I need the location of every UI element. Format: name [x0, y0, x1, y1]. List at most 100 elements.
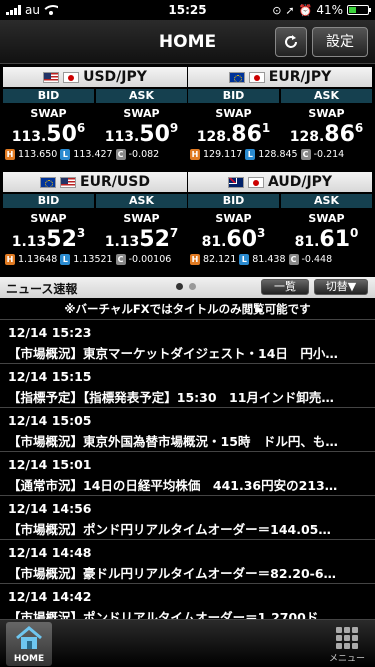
jp-flag-icon	[63, 71, 80, 83]
status-bar: au 15:25 ⊙ ➚ ⏰ 41%	[0, 0, 375, 20]
high-tag: H	[5, 254, 15, 265]
news-item[interactable]: 12/14 15:15 【指標予定】【指標発表予定】15:30 11月インド卸売…	[0, 363, 375, 407]
news-item[interactable]: 12/14 15:01 【通常市況】14日の日経平均株価 441.36円安の21…	[0, 451, 375, 495]
jp-flag-icon	[248, 71, 265, 83]
high-value: 1.13648	[18, 254, 58, 265]
news-headline: 【市場概況】東京マーケットダイジェスト・14日 円小…	[8, 346, 338, 361]
low-tag: L	[60, 149, 71, 160]
news-title: ニュース速報	[6, 282, 78, 296]
refresh-button[interactable]	[275, 27, 307, 57]
rate-panel-usdjpy[interactable]: USD/JPY BID SWAP 113.506 ASK SWAP 113.50…	[3, 67, 187, 169]
location-icon: ➚	[285, 3, 295, 17]
page-dot[interactable]	[189, 283, 196, 290]
tab-menu[interactable]: メニュー	[324, 622, 370, 666]
bid-rate: 128.861	[196, 121, 271, 147]
ask-rate: 113.509	[104, 121, 179, 147]
high-value: 129.117	[203, 149, 243, 160]
page-indicator[interactable]	[176, 283, 196, 290]
news-datetime: 12/14 15:15	[8, 369, 92, 384]
swap-label: SWAP	[123, 212, 160, 225]
ask-rate: 81.610	[294, 226, 359, 252]
swap-label: SWAP	[30, 107, 67, 120]
daily-stats: H 129.117 L 128.845 C -0.214	[188, 149, 372, 160]
change-tag: C	[115, 149, 126, 160]
ask-side[interactable]: ASK SWAP 1.13527	[96, 194, 187, 252]
tab-menu-label: メニュー	[328, 654, 365, 664]
page-dot-active[interactable]	[176, 283, 183, 290]
bid-side[interactable]: BID SWAP 128.861	[188, 89, 279, 147]
rotation-lock-icon: ⊙	[272, 3, 282, 17]
news-datetime: 12/14 15:01	[8, 457, 92, 472]
daily-stats: H 82.121 L 81.438 C -0.448	[188, 254, 372, 265]
news-item[interactable]: 12/14 14:48 【市場概況】豪ドル円リアルタイムオーダー＝82.20-6…	[0, 539, 375, 583]
news-headline: 【市場概況】ポンド円リアルタイムオーダー＝144.05…	[8, 522, 331, 537]
change-tag: C	[300, 149, 311, 160]
ask-label: ASK	[96, 89, 187, 103]
ask-side[interactable]: ASK SWAP 81.610	[281, 194, 372, 252]
ask-label: ASK	[281, 194, 372, 208]
news-item[interactable]: 12/14 14:56 【市場概況】ポンド円リアルタイムオーダー＝144.05…	[0, 495, 375, 539]
us-flag-icon	[60, 176, 77, 188]
change-value: -0.214	[313, 149, 345, 160]
news-header: ニュース速報 一覧 切替▼	[0, 277, 375, 298]
battery-percent: 41%	[316, 3, 343, 17]
news-datetime: 12/14 15:05	[8, 413, 92, 428]
swap-label: SWAP	[308, 107, 345, 120]
news-item[interactable]: 12/14 15:05 【市場概況】東京外国為替市場概況・15時 ドル円、も…	[0, 407, 375, 451]
tab-home-label: HOME	[13, 654, 45, 664]
news-item[interactable]: 12/14 15:23 【市場概況】東京マーケットダイジェスト・14日 円小…	[0, 319, 375, 363]
low-tag: L	[239, 254, 250, 265]
tab-home[interactable]: HOME	[6, 622, 52, 666]
low-value: 81.438	[252, 254, 286, 265]
news-list-button[interactable]: 一覧	[261, 279, 309, 295]
bid-side[interactable]: BID SWAP 113.506	[3, 89, 94, 147]
news-headline: 【通常市況】14日の日経平均株価 441.36円安の213…	[8, 478, 338, 493]
news-headline: 【市場概況】東京外国為替市場概況・15時 ドル円、も…	[8, 434, 338, 449]
ask-side[interactable]: ASK SWAP 128.866	[281, 89, 372, 147]
bottom-tab-bar: HOME メニュー	[0, 619, 375, 667]
eu-flag-icon	[228, 71, 245, 83]
pair-name: USD/JPY	[83, 69, 147, 85]
bid-side[interactable]: BID SWAP 1.13523	[3, 194, 94, 252]
daily-stats: H 113.650 L 113.427 C -0.082	[3, 149, 187, 160]
low-value: 113.427	[73, 149, 113, 160]
bid-label: BID	[3, 89, 94, 103]
daily-stats: H 1.13648 L 1.13521 C -0.00106	[3, 254, 187, 265]
bid-rate: 113.506	[11, 121, 86, 147]
bid-rate: 81.603	[201, 226, 266, 252]
high-value: 113.650	[18, 149, 58, 160]
rate-panel-eurjpy[interactable]: EUR/JPY BID SWAP 128.861 ASK SWAP 128.86…	[188, 67, 372, 169]
swap-label: SWAP	[30, 212, 67, 225]
pair-name: AUD/JPY	[267, 174, 333, 190]
change-tag: C	[288, 254, 299, 265]
news-datetime: 12/14 14:42	[8, 589, 92, 604]
pair-name: EUR/JPY	[268, 69, 332, 85]
swap-label: SWAP	[215, 107, 252, 120]
news-headline: 【指標予定】【指標発表予定】15:30 11月インド卸売…	[8, 390, 334, 405]
news-switch-button[interactable]: 切替▼	[314, 279, 368, 295]
ask-side[interactable]: ASK SWAP 113.509	[96, 89, 187, 147]
change-tag: C	[115, 254, 126, 265]
high-tag: H	[190, 149, 200, 160]
pair-header: EUR/USD	[3, 172, 187, 192]
low-tag: L	[60, 254, 71, 265]
bid-rate: 1.13523	[11, 226, 86, 252]
jp-flag-icon	[247, 176, 264, 188]
low-value: 1.13521	[73, 254, 113, 265]
eu-flag-icon	[40, 176, 57, 188]
change-value: -0.448	[301, 254, 333, 265]
settings-button[interactable]: 設定	[312, 27, 368, 57]
rate-panel-eurusd[interactable]: EUR/USD BID SWAP 1.13523 ASK SWAP 1.1352…	[3, 172, 187, 274]
news-list[interactable]: 12/14 15:23 【市場概況】東京マーケットダイジェスト・14日 円小… …	[0, 319, 375, 619]
rate-panel-audjpy[interactable]: AUD/JPY BID SWAP 81.603 ASK SWAP 81.610 …	[188, 172, 372, 274]
change-value: -0.00106	[128, 254, 172, 265]
bid-side[interactable]: BID SWAP 81.603	[188, 194, 279, 252]
news-datetime: 12/14 15:23	[8, 325, 92, 340]
news-item[interactable]: 12/14 14:42 【市場概況】ポンドリアルタイムオーダー＝1.2700ド…	[0, 583, 375, 619]
pair-header: EUR/JPY	[188, 67, 372, 87]
news-headline: 【市場概況】ポンドリアルタイムオーダー＝1.2700ド…	[8, 610, 331, 619]
swap-label: SWAP	[215, 212, 252, 225]
high-tag: H	[5, 149, 15, 160]
alarm-icon: ⏰	[298, 3, 313, 17]
high-value: 82.121	[203, 254, 237, 265]
